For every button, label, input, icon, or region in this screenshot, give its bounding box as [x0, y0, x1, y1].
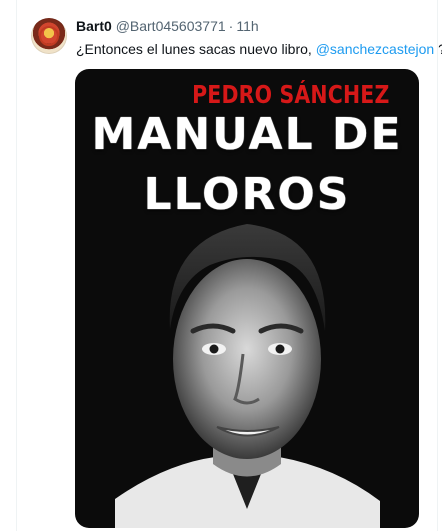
tweet-text-end: ? [434, 41, 442, 57]
timeline-right-border [437, 0, 438, 531]
timeline-left-border [16, 0, 17, 531]
tweet-timestamp[interactable]: 11h [236, 18, 258, 34]
tweet-text: ¿Entonces el lunes sacas nuevo libro, @s… [76, 40, 442, 58]
book-author: PEDRO SÁNCHEZ [192, 80, 390, 109]
book-title-line-1: MANUAL DE [91, 109, 403, 160]
mention-link[interactable]: @sanchezcastejon [316, 41, 435, 57]
author-avatar[interactable] [31, 18, 67, 54]
tweet-header: Bart0 @Bart045603771 · 11h [76, 18, 259, 35]
tweet-text-body: ¿Entonces el lunes sacas nuevo libro, [76, 41, 316, 57]
author-handle[interactable]: @Bart045603771 [116, 18, 226, 34]
author-name[interactable]: Bart0 [76, 18, 112, 34]
separator-dot: · [228, 18, 234, 34]
tweet-image[interactable]: PEDRO SÁNCHEZ MANUAL DE LLOROS [75, 69, 419, 528]
book-title-line-2: LLOROS [143, 169, 351, 220]
